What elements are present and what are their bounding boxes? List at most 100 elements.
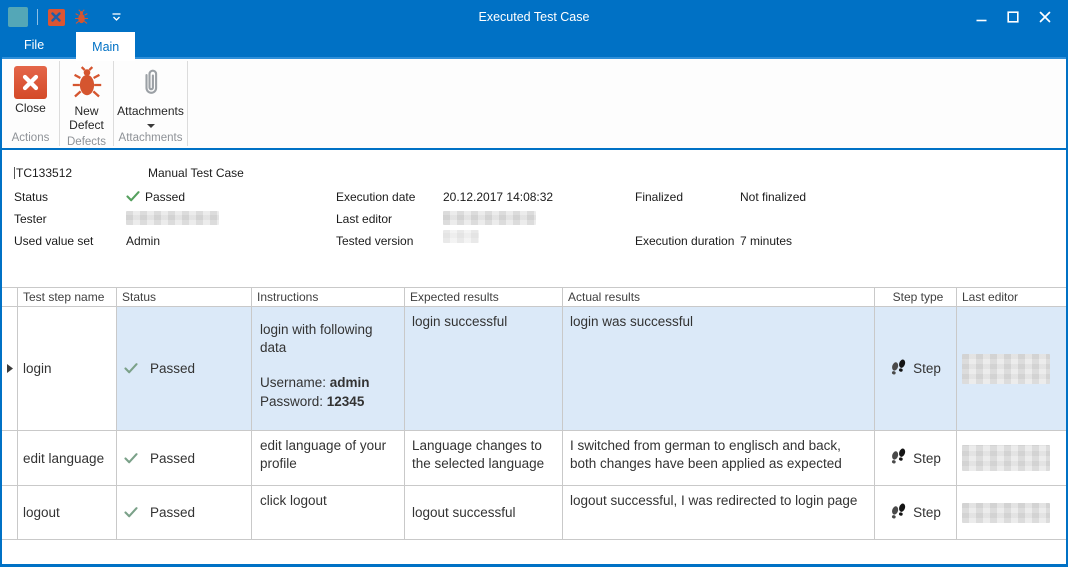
- title-bar: c-logo-square Executed Test Case: [2, 2, 1066, 32]
- cell-instructions[interactable]: click logout: [252, 486, 405, 539]
- cell-step-type[interactable]: Step: [875, 431, 957, 485]
- tab-main[interactable]: Main: [76, 32, 135, 61]
- table-row-logout[interactable]: logout Passed click logout logout succes…: [2, 486, 1066, 540]
- test-steps-table: Test step name Status Instructions Expec…: [2, 287, 1066, 540]
- cell-status[interactable]: Passed: [117, 486, 252, 539]
- cell-last-editor[interactable]: [957, 307, 1066, 430]
- ribbon-group-defects: New Defect Defects: [60, 59, 113, 148]
- last-editor-redacted: [962, 445, 1050, 471]
- bug-icon: [71, 66, 103, 102]
- execution-duration-value: 7 minutes: [740, 234, 792, 248]
- footprints-icon: [890, 448, 907, 468]
- finalized-value: Not finalized: [740, 190, 806, 204]
- last-editor-redacted: [962, 503, 1050, 523]
- cell-expected-results[interactable]: Language changes to the selected languag…: [405, 431, 563, 485]
- finalized-label: Finalized: [635, 190, 683, 204]
- header-row-indicator: [2, 288, 18, 306]
- used-value-set-label: Used value set: [14, 234, 93, 248]
- test-case-type: Manual Test Case: [148, 166, 244, 180]
- execution-duration-label: Execution duration: [635, 234, 734, 248]
- header-status[interactable]: Status: [117, 288, 252, 306]
- ribbon-group-actions: Close Actions: [2, 59, 59, 148]
- window-title: Executed Test Case: [2, 10, 1066, 24]
- qat-customize-chevron-icon[interactable]: [107, 8, 125, 26]
- cell-step-type[interactable]: Step: [875, 307, 957, 430]
- status-value: Passed: [126, 190, 185, 204]
- ribbon-group-separator: [187, 61, 188, 146]
- test-case-id-field[interactable]: TC133512: [14, 166, 72, 180]
- executed-test-case-window: c-logo-square Executed Test Case: [0, 0, 1068, 567]
- table-row-login[interactable]: login Passed login with following data U…: [2, 307, 1066, 431]
- tab-file[interactable]: File: [8, 32, 60, 57]
- attachments-dropdown-caret-icon: [147, 124, 155, 128]
- row-indicator: [2, 431, 18, 485]
- ribbon-group-attachments: Attachments Attachments: [114, 59, 187, 148]
- execution-date-label: Execution date: [336, 190, 415, 204]
- cell-step-type[interactable]: Step: [875, 486, 957, 539]
- tester-value-redacted: [126, 211, 219, 225]
- group-label-defects: Defects: [60, 135, 113, 150]
- tester-label: Tester: [14, 212, 47, 226]
- cell-test-step-name[interactable]: login: [18, 307, 117, 430]
- cell-last-editor[interactable]: [957, 431, 1066, 485]
- cell-expected-results[interactable]: logout successful: [405, 486, 563, 539]
- minimize-icon[interactable]: [970, 7, 992, 27]
- text-cursor: [14, 167, 15, 179]
- header-step-type[interactable]: Step type: [875, 288, 957, 306]
- tested-version-value-redacted: [443, 230, 479, 243]
- qat-close-icon[interactable]: [47, 8, 65, 26]
- execution-date-value: 20.12.2017 14:08:32: [443, 190, 553, 204]
- cell-instructions[interactable]: edit language of your profile: [252, 431, 405, 485]
- attachments-button[interactable]: Attachments: [112, 64, 189, 130]
- close-x-icon: [14, 66, 47, 99]
- passed-check-icon: [124, 363, 138, 374]
- cell-last-editor[interactable]: [957, 486, 1066, 539]
- cell-test-step-name[interactable]: logout: [18, 486, 117, 539]
- passed-check-icon: [124, 453, 138, 464]
- quick-access-toolbar: c-logo-square: [2, 7, 125, 27]
- group-label-actions: Actions: [2, 131, 59, 148]
- used-value-set-value: Admin: [126, 234, 160, 248]
- table-header-row: Test step name Status Instructions Expec…: [2, 288, 1066, 307]
- header-last-editor[interactable]: Last editor: [957, 288, 1066, 306]
- app-logo-icon[interactable]: c-logo-square: [8, 7, 28, 27]
- ribbon: Close Actions New Defect: [2, 59, 1066, 150]
- cell-expected-results[interactable]: login successful: [405, 307, 563, 430]
- header-instructions[interactable]: Instructions: [252, 288, 405, 306]
- close-button[interactable]: Close: [9, 64, 52, 118]
- row-indicator: [2, 486, 18, 539]
- new-defect-button-label: New Defect: [69, 105, 104, 133]
- paperclip-icon: [139, 66, 163, 102]
- test-case-info-panel: TC133512 Manual Test Case Status Passed …: [2, 150, 1066, 287]
- cell-actual-results[interactable]: login was successful: [563, 307, 875, 430]
- last-editor-value-redacted: [443, 211, 536, 225]
- close-button-label: Close: [15, 102, 46, 116]
- current-row-indicator-icon: [2, 307, 18, 430]
- qat-separator: [37, 9, 38, 25]
- header-expected-results[interactable]: Expected results: [405, 288, 563, 306]
- new-defect-button[interactable]: New Defect: [64, 64, 109, 135]
- last-editor-label: Last editor: [336, 212, 392, 226]
- footprints-icon: [890, 503, 907, 523]
- cell-actual-results[interactable]: I switched from german to englisch and b…: [563, 431, 875, 485]
- passed-check-icon: [126, 191, 140, 202]
- ribbon-tab-bar: File Main: [2, 32, 1066, 59]
- qat-new-defect-bug-icon[interactable]: [72, 8, 90, 26]
- footprints-icon: [890, 359, 907, 379]
- header-test-step-name[interactable]: Test step name: [18, 288, 117, 306]
- cell-status[interactable]: Passed: [117, 307, 252, 430]
- attachments-button-label: Attachments: [117, 105, 184, 119]
- cell-instructions[interactable]: login with following data Username: admi…: [252, 307, 405, 430]
- cell-status[interactable]: Passed: [117, 431, 252, 485]
- header-actual-results[interactable]: Actual results: [563, 288, 875, 306]
- close-window-icon[interactable]: [1034, 7, 1056, 27]
- tested-version-label: Tested version: [336, 234, 413, 248]
- passed-check-icon: [124, 507, 138, 518]
- window-controls: [970, 7, 1066, 27]
- cell-test-step-name[interactable]: edit language: [18, 431, 117, 485]
- maximize-icon[interactable]: [1002, 7, 1024, 27]
- group-label-attachments: Attachments: [114, 131, 187, 148]
- table-row-edit-language[interactable]: edit language Passed edit language of yo…: [2, 431, 1066, 486]
- last-editor-redacted: [962, 354, 1050, 384]
- cell-actual-results[interactable]: logout successful, I was redirected to l…: [563, 486, 875, 539]
